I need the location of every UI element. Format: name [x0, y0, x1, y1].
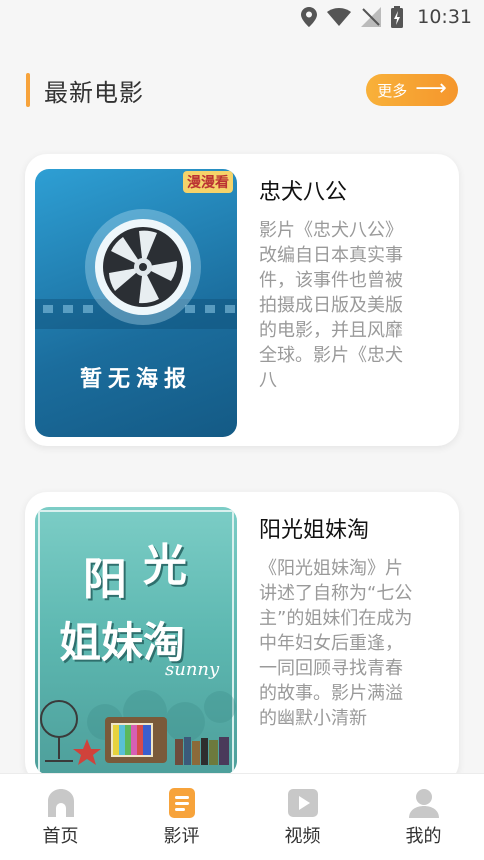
- poster-title-char: 光: [143, 540, 187, 591]
- more-button-label: 更多: [377, 81, 408, 100]
- no-signal-icon: [361, 7, 382, 27]
- movie-title: 阳光姐妹淘: [259, 518, 370, 543]
- no-poster-text: 暂无海报: [79, 367, 192, 392]
- video-icon: [286, 786, 320, 820]
- wifi-icon: [327, 8, 352, 26]
- movie-card[interactable]: 漫漫看 暂无海报 忠犬八公 影片《忠犬八公》改编自日本真实事件，该事件也曾被拍摄…: [25, 154, 459, 446]
- section-header: 最新电影 更多 ⟶: [26, 72, 458, 108]
- status-bar: 10:31: [0, 0, 484, 34]
- battery-charging-icon: [391, 6, 404, 28]
- profile-icon: [407, 786, 441, 820]
- nav-label: 我的: [405, 826, 442, 847]
- movie-card[interactable]: 阳 光 姐妹淘 sunny 阳光姐妹淘 《阳光姐妹淘》片讲述了自称为“七公主”的…: [25, 492, 459, 784]
- home-icon: [44, 786, 78, 820]
- movie-poster[interactable]: 漫漫看 暂无海报: [35, 169, 237, 437]
- review-icon: [165, 786, 199, 820]
- bottom-nav: 首页 影评 视频 我的: [0, 773, 484, 860]
- nav-item-video[interactable]: 视频: [242, 786, 363, 848]
- section-accent-bar: [26, 73, 30, 107]
- movie-title: 忠犬八公: [259, 180, 348, 205]
- poster-subtitle: sunny: [165, 659, 220, 680]
- nav-item-home[interactable]: 首页: [0, 786, 121, 848]
- nav-label: 影评: [163, 826, 200, 847]
- section-title: 最新电影: [44, 78, 144, 107]
- poster-logo: 漫漫看: [183, 171, 233, 193]
- arrow-right-icon: ⟶: [415, 76, 447, 101]
- movie-description: 影片《忠犬八公》改编自日本真实事件，该事件也曾被拍摄成日版及美版的电影，并且风靡…: [259, 220, 403, 391]
- nav-label: 视频: [284, 826, 321, 847]
- movie-description: 《阳光姐妹淘》片讲述了自称为“七公主”的姐妹们在成为中年妇女后重逢，一同回顾寻找…: [259, 558, 413, 729]
- movie-poster[interactable]: 阳 光 姐妹淘 sunny: [35, 507, 237, 775]
- nav-item-review[interactable]: 影评: [121, 786, 242, 848]
- poster-title-char: 阳: [83, 554, 127, 605]
- nav-label: 首页: [42, 826, 79, 847]
- status-time: 10:31: [417, 6, 472, 28]
- nav-item-profile[interactable]: 我的: [363, 786, 484, 848]
- location-icon: [301, 7, 318, 27]
- more-button[interactable]: 更多 ⟶: [366, 74, 458, 106]
